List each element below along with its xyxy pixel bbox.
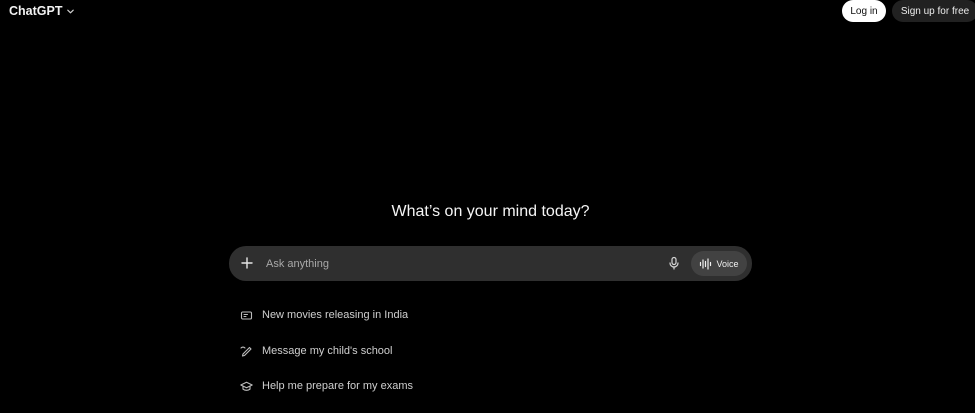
prompt-composer: Voice <box>229 246 752 281</box>
suggestion-item[interactable]: New movies releasing in India <box>240 306 413 324</box>
suggestion-label: Help me prepare for my exams <box>262 380 413 392</box>
model-selector[interactable]: ChatGPT <box>9 4 75 18</box>
pen-icon <box>240 346 252 357</box>
graduation-cap-icon <box>240 381 253 391</box>
page-title: What’s on your mind today? <box>391 203 590 220</box>
signup-button[interactable]: Sign up for free <box>892 0 975 22</box>
prompt-input[interactable] <box>264 254 658 274</box>
suggestion-item[interactable]: Message my child's school <box>240 342 413 360</box>
voice-label: Voice <box>716 258 739 269</box>
attach-button[interactable] <box>239 255 255 271</box>
login-button[interactable]: Log in <box>842 0 886 22</box>
chevron-down-icon <box>67 9 75 13</box>
suggestion-item[interactable]: Help me prepare for my exams <box>240 377 413 395</box>
brand-label: ChatGPT <box>9 4 63 18</box>
dictate-button[interactable] <box>666 255 682 271</box>
top-bar: ChatGPT Log in Sign up for free <box>0 0 975 24</box>
plus-icon <box>241 257 253 269</box>
microphone-icon <box>669 256 679 270</box>
suggestion-label: New movies releasing in India <box>262 309 409 321</box>
waveform-icon <box>700 257 712 270</box>
suggestion-label: Message my child's school <box>262 344 393 357</box>
ticket-icon <box>240 310 253 320</box>
suggestion-list: New movies releasing in India Message my… <box>240 306 413 413</box>
voice-mode-button[interactable]: Voice <box>691 251 747 276</box>
